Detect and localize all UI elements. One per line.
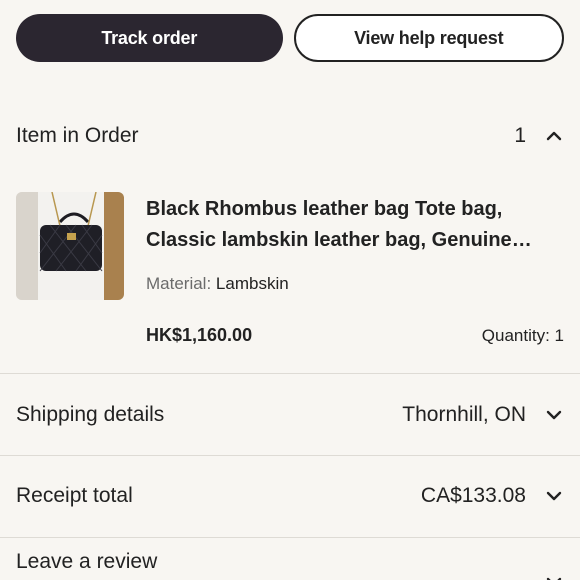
item-count: 1 xyxy=(514,124,526,147)
receipt-total-value: CA$133.08 xyxy=(420,484,526,507)
order-actions: Track order View help request xyxy=(16,14,564,62)
item-title[interactable]: Black Rhombus leather bag Tote bag, Clas… xyxy=(146,194,564,256)
item-quantity: Quantity: 1 xyxy=(481,326,564,345)
item-price: HK$1,160.00 xyxy=(146,325,253,345)
leave-review-label: Leave a review xyxy=(16,550,158,573)
item-in-order-header[interactable]: Item in Order 1 xyxy=(16,118,564,154)
material-value: Lambskin xyxy=(215,274,289,293)
view-help-request-button[interactable]: View help request xyxy=(293,14,564,62)
chevron-up-icon[interactable] xyxy=(544,126,564,146)
leave-review-row[interactable]: Leave a review xyxy=(16,544,564,580)
divider xyxy=(0,373,580,374)
track-order-button[interactable]: Track order xyxy=(16,14,283,62)
item-in-order-title: Item in Order xyxy=(16,124,139,147)
shipping-details-row[interactable]: Shipping details Thornhill, ON xyxy=(16,395,564,435)
chevron-down-icon[interactable] xyxy=(544,405,564,425)
receipt-total-row[interactable]: Receipt total CA$133.08 xyxy=(16,476,564,516)
product-image[interactable] xyxy=(16,192,124,300)
divider xyxy=(0,537,580,538)
divider xyxy=(0,455,580,456)
item-material: Material: Lambskin xyxy=(146,274,289,294)
material-key: Material: xyxy=(146,274,212,293)
chevron-down-icon[interactable] xyxy=(544,486,564,506)
chevron-down-icon[interactable] xyxy=(544,572,564,580)
receipt-total-label: Receipt total xyxy=(16,484,133,507)
shipping-details-label: Shipping details xyxy=(16,403,165,426)
shipping-location: Thornhill, ON xyxy=(402,403,526,426)
